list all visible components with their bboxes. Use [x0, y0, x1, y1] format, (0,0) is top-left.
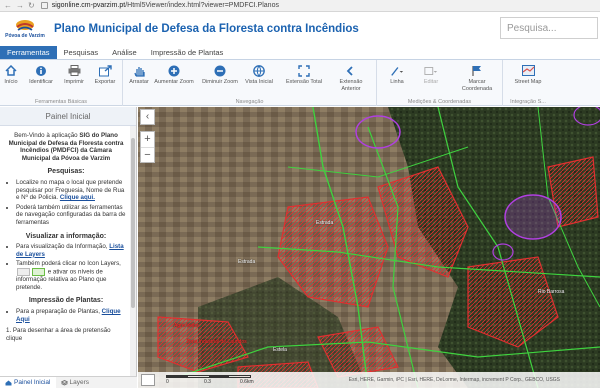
tab-impressao[interactable]: Impressão de Plantas [144, 46, 231, 59]
address-field[interactable]: sigonline.cm-pvarzim.pt/Html5Viewer/inde… [52, 2, 279, 9]
home-icon [4, 64, 18, 77]
panel-content: Bem-Vindo à aplicação SIG do Plano Munic… [0, 126, 130, 376]
back-arrow-icon [344, 64, 358, 77]
search-here-link[interactable]: Clique aqui. [60, 194, 95, 201]
list-item: Para visualização da Informação, Lista d… [16, 243, 126, 258]
full-extent-button[interactable]: Extensão Total [284, 64, 324, 86]
browser-address-bar: ← → ↻ sigonline.cm-pvarzim.pt/Html5Viewe… [0, 0, 600, 12]
map-attribution: Esri, HERE, Garmin, iPC | Esri, HERE, De… [348, 377, 560, 383]
ribbon-toolbar: Início Identificar Imprimir Exportar Fer… [0, 60, 600, 106]
pan-button[interactable]: Arrastar [119, 64, 159, 86]
list-item: Para a preparação de Plantas, Clique Aqu… [16, 308, 126, 323]
ribbon-tabs: Ferramentas Pesquisas Análise Impressão … [0, 46, 600, 60]
edit-button[interactable]: Editar [411, 64, 451, 86]
layers-icon [17, 267, 30, 276]
list-item: Localize no mapa o local que pretende pe… [16, 179, 126, 202]
group-navigation: Arrastar Aumentar Zoom Diminuir Zoom Vis… [123, 60, 377, 106]
group-basic-tools: Início Identificar Imprimir Exportar Fer… [0, 60, 123, 106]
url-host: sigonline.cm-pvarzim.pt [51, 2, 126, 9]
print-list: Para a preparação de Plantas, Clique Aqu… [6, 308, 126, 323]
map-label: Estela [273, 347, 287, 353]
page-title: Plano Municipal de Defesa da Floresta co… [54, 23, 359, 35]
flag-icon [470, 64, 484, 77]
expand-icon [297, 64, 311, 77]
edit-icon [424, 64, 438, 77]
zoom-in-icon [167, 64, 181, 77]
group-label-basic: Ferramentas Básicas [35, 99, 87, 105]
map-label: Estrada [238, 259, 256, 265]
initial-view-button[interactable]: Vista Inicial [239, 64, 279, 86]
layers-small-icon [60, 379, 68, 386]
export-icon [98, 64, 112, 77]
map-view[interactable]: ‹ + − Estrada Estrada Rio Barrosa Agro-V… [138, 107, 600, 388]
layers-active-icon [32, 267, 45, 276]
group-integration: Street Map Integração S... [503, 60, 553, 106]
zoom-in-map-button[interactable]: + [141, 132, 154, 147]
group-label-integration: Integração S... [510, 99, 546, 105]
previous-extent-button[interactable]: Extensão Anterior [331, 64, 371, 92]
section-title-search: Pesquisas: [47, 168, 85, 176]
back-icon[interactable]: ← [4, 1, 12, 11]
tab-ferramentas[interactable]: Ferramentas [0, 46, 57, 59]
zoom-out-button[interactable]: Diminuir Zoom [200, 64, 240, 86]
section-title-print: Impressão de Plantas: [28, 297, 104, 305]
panel-title: Painel Inicial [0, 107, 136, 126]
street-map-button[interactable]: Street Map [508, 64, 548, 86]
section-title-view: Visualizar a informação: [25, 232, 107, 240]
hand-icon [132, 64, 146, 77]
app-header: Póvoa de Varzim Plano Municipal de Defes… [0, 12, 600, 46]
municipality-logo[interactable]: Póvoa de Varzim [2, 13, 48, 45]
site-info-icon[interactable] [40, 2, 48, 9]
zoom-in-button[interactable]: Aumentar Zoom [154, 64, 194, 86]
home-small-icon [5, 380, 12, 385]
satellite-imagery [138, 107, 600, 388]
logo-text: Póvoa de Varzim [5, 33, 45, 39]
zoom-out-map-button[interactable]: − [141, 147, 154, 162]
view-list: Para visualização da Informação, Lista d… [6, 243, 126, 291]
search-input[interactable] [500, 17, 598, 39]
scale-bar: 0 0.3 0.6km [166, 375, 254, 385]
tab-painel-inicial[interactable]: Painel Inicial [0, 377, 56, 388]
mark-coordinate-button[interactable]: Marcar Coordenada [457, 64, 497, 92]
group-label-navigation: Navegação [235, 99, 264, 105]
panel-scrollbar[interactable] [130, 126, 136, 376]
zoom-control: + − [140, 131, 155, 163]
tab-layers[interactable]: Layers [56, 377, 95, 388]
map-icon [521, 64, 535, 77]
map-label: Rio Barrosa [538, 289, 565, 295]
search-list: Localize no mapa o local que pretende pe… [6, 179, 126, 227]
map-footer: 0 0.3 0.6km Esri, HERE, Garmin, iPC | Es… [138, 372, 600, 388]
print-step-text: 1. Para desenhar a área de pretensão cli… [6, 327, 111, 342]
tab-pesquisas[interactable]: Pesquisas [57, 46, 106, 59]
list-item: Também poderá clicar no Icon Layers, e a… [16, 260, 126, 291]
logo-mark-icon [16, 20, 34, 31]
map-label: Estrada [316, 220, 334, 226]
printer-icon [67, 64, 81, 77]
refresh-icon[interactable]: ↻ [28, 1, 35, 11]
list-item: Poderá também utilizar as ferramentas de… [16, 204, 126, 227]
side-panel: Painel Inicial Bem-Vindo à aplicação SIG… [0, 107, 137, 376]
panel-tabs: Painel Inicial Layers [0, 376, 137, 388]
identify-icon [34, 64, 48, 77]
forward-icon[interactable]: → [16, 1, 24, 11]
group-measure: Linha Editar Marcar Coordenada Medições … [377, 60, 503, 106]
zoom-out-icon [213, 64, 227, 77]
welcome-text: Bem-Vindo à aplicação SIG do Plano Munic… [8, 132, 124, 162]
globe-icon [252, 64, 266, 77]
url-path: /Html5Viewer/index.html?viewer=PMDFCI.Pl… [125, 2, 279, 9]
collapse-panel-button[interactable]: ‹ [140, 109, 155, 125]
group-label-measure: Medições & Coordenadas [407, 99, 472, 105]
tab-analise[interactable]: Análise [105, 46, 144, 59]
map-label: Agro-Velho [174, 323, 199, 329]
scrollbar-thumb[interactable] [131, 138, 135, 308]
ruler-icon [390, 64, 404, 77]
map-label: Zona Industrial de Laundos [186, 339, 247, 345]
overview-map-button[interactable] [141, 374, 155, 386]
